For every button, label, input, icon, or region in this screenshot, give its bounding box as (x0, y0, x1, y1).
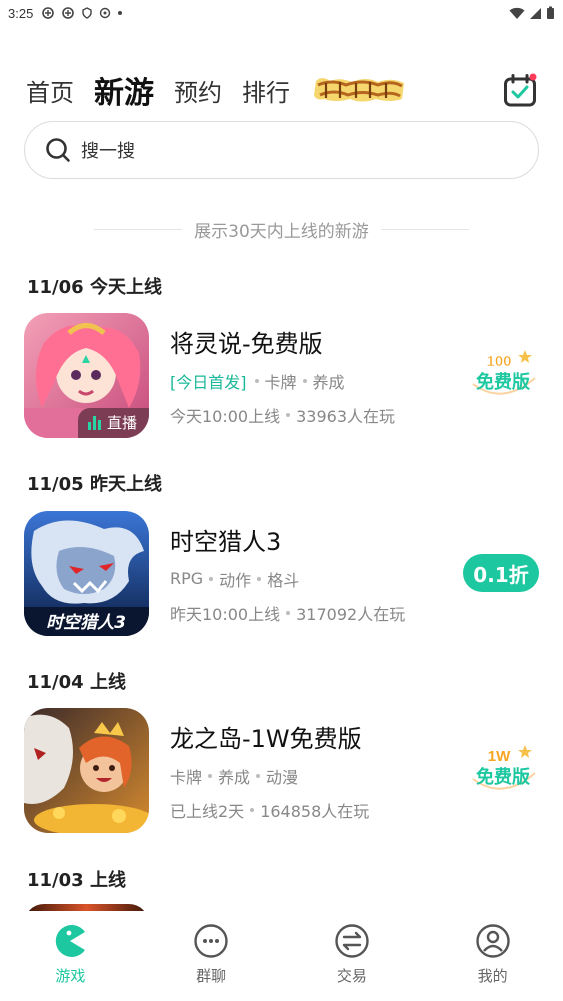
tab-reserve[interactable]: 预约 (174, 73, 222, 108)
bottom-tab-trade[interactable]: 交易 (282, 911, 423, 1001)
game-meta: 昨天10:00上线 317092人在玩 (170, 601, 539, 625)
game-meta: 已上线2天 164858人在玩 (170, 798, 539, 822)
date-header: 11/06 今天上线 (27, 277, 162, 298)
game-release-time: 昨天10:00上线 (170, 604, 281, 624)
bottom-tab-label: 群聊 (196, 967, 227, 985)
game-tag: 卡牌 (170, 767, 203, 787)
chat-icon (194, 924, 228, 958)
search-icon (46, 138, 70, 162)
bottom-tab-label: 交易 (336, 967, 367, 985)
bottom-tab-chat[interactable]: 群聊 (141, 911, 282, 1001)
sync-icon (100, 7, 111, 19)
game-highlight-tag: [今日首发] (170, 372, 247, 392)
game-players: 317092人在玩 (296, 604, 406, 624)
game-icon-image (24, 707, 149, 833)
notice-text: 展示30天内上线的新游 (194, 221, 369, 242)
tab-new-games[interactable]: 新游 (94, 68, 154, 112)
search-input[interactable]: 搜一搜 (24, 121, 539, 179)
live-label: 直播 (106, 414, 137, 432)
system-icons (509, 6, 555, 20)
game-players: 33963人在玩 (296, 406, 396, 426)
top-nav: 首页 新游 预约 排行 (26, 66, 537, 114)
game-icon-image: 时空猎人3 (24, 510, 149, 636)
divider (94, 228, 183, 230)
bottom-tab-label: 我的 (477, 967, 508, 985)
date-header: 11/05 昨天上线 (27, 474, 162, 495)
game-meta: 今天10:00上线 33963人在玩 (170, 403, 539, 427)
notification-icon (42, 7, 55, 19)
event-logo-icon (314, 78, 404, 102)
live-bars-icon (87, 415, 101, 430)
exchange-icon (335, 924, 369, 958)
signal-icon (530, 7, 541, 19)
badge-bottom-text: 免费版 (476, 766, 530, 788)
date-header: 11/04 上线 (27, 672, 126, 693)
game-release-time: 已上线2天 (170, 801, 245, 821)
game-item[interactable]: 龙之岛-1W免费版 卡牌 养成 动漫 已上线2天 164858人在玩 1W 免费… (24, 707, 539, 833)
badge-top-text: 100 (486, 353, 511, 370)
game-tag: 养成 (218, 767, 251, 787)
bottom-tab-profile[interactable]: 我的 (422, 911, 563, 1001)
game-tag: 动作 (219, 570, 252, 590)
shield-icon (82, 7, 93, 19)
wifi-icon (509, 7, 525, 19)
calendar-check-icon (504, 73, 537, 107)
game-tag: 动漫 (266, 767, 299, 787)
bottom-nav: 游戏 群聊 交易 我的 (0, 911, 563, 1001)
game-item[interactable]: 直播 将灵说-免费版 [今日首发] 卡牌 养成 今天10:00上线 33963人… (24, 312, 539, 438)
user-icon (475, 924, 510, 958)
pacman-icon (56, 925, 86, 957)
game-tag: 卡牌 (264, 372, 297, 392)
bottom-tab-label: 游戏 (55, 967, 86, 985)
status-bar: 3:25 (0, 0, 563, 26)
game-tag: 养成 (312, 372, 345, 392)
divider (380, 228, 469, 230)
dot-icon (118, 11, 123, 15)
notification-icon (62, 7, 75, 19)
event-logo[interactable] (312, 73, 408, 107)
battery-icon (547, 6, 554, 19)
badge-bottom-text: 免费版 (476, 371, 530, 393)
tab-ranking[interactable]: 排行 (242, 73, 290, 108)
live-badge: 直播 (77, 407, 149, 438)
icon-text: 时空猎人3 (46, 613, 126, 633)
game-icon-image: 直播 (24, 312, 149, 438)
game-item[interactable]: 时空猎人3 时空猎人3 RPG 动作 格斗 昨天10:00上线 317092人在… (24, 510, 539, 636)
game-tag: 格斗 (267, 570, 300, 590)
discount-badge[interactable]: 0.1折 (463, 554, 539, 592)
game-players: 164858人在玩 (260, 801, 370, 821)
game-tag: RPG (170, 569, 204, 588)
status-time: 3:25 (8, 5, 34, 21)
free-version-badge[interactable]: 100 免费版 (467, 348, 539, 402)
bottom-tab-games[interactable]: 游戏 (0, 911, 141, 1001)
calendar-button[interactable] (503, 73, 537, 107)
date-header: 11/03 上线 (27, 870, 126, 891)
game-title: 时空猎人3 (170, 527, 282, 556)
game-release-time: 今天10:00上线 (170, 406, 281, 426)
search-placeholder: 搜一搜 (81, 141, 135, 162)
notice-banner: 展示30天内上线的新游 (0, 215, 563, 243)
tab-home[interactable]: 首页 (26, 73, 74, 108)
free-version-badge[interactable]: 1W 免费版 (467, 743, 539, 797)
badge-top-text: 1W (488, 748, 511, 765)
notification-icons (41, 6, 123, 20)
